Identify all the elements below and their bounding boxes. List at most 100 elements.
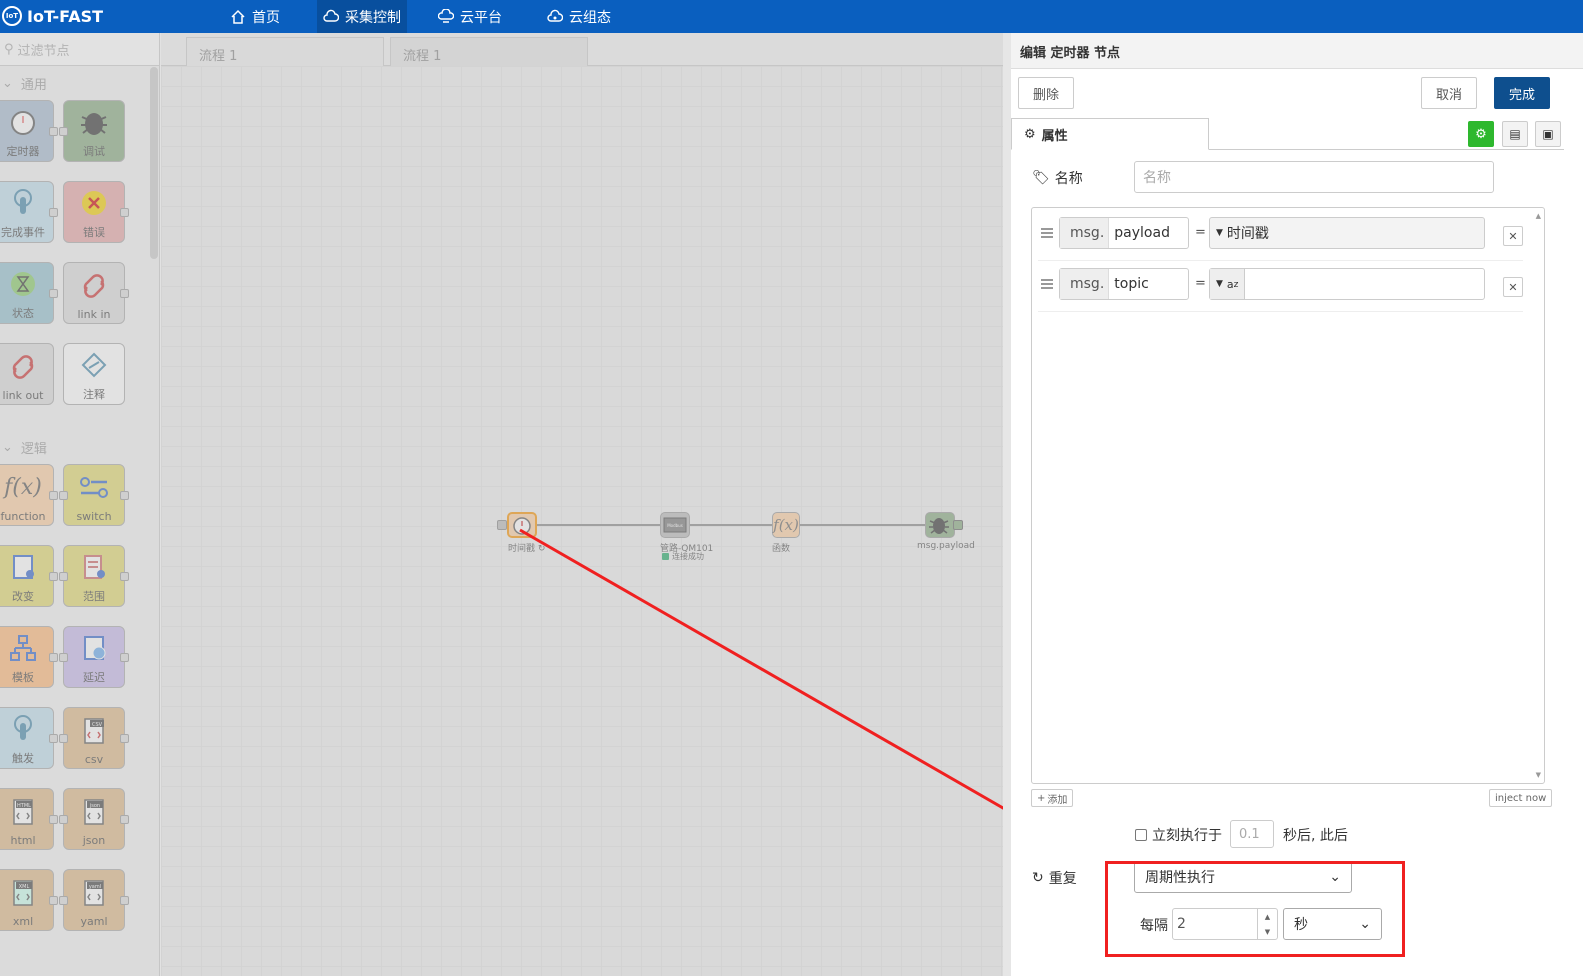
appearance-button[interactable]: ▣ xyxy=(1535,121,1561,147)
palette-filter-input[interactable]: 过滤节点 xyxy=(18,40,70,59)
property-list: msg. payload = ▼ 时间戳 ✕ msg. topic = ▼ a z ✕ ▲… xyxy=(1031,207,1545,784)
palette-node-change[interactable]: 改变 xyxy=(0,545,58,607)
drag-handle-icon[interactable] xyxy=(1041,279,1053,289)
description-button[interactable]: ▤ xyxy=(1502,121,1528,147)
tag-icon: 🏷︎ xyxy=(1032,170,1050,186)
bug-icon xyxy=(81,113,107,135)
property-value-input[interactable]: ▼ a z xyxy=(1209,268,1485,300)
link-icon xyxy=(12,354,34,379)
cloud-settings-icon xyxy=(323,9,339,22)
palette-node-switch[interactable]: switch xyxy=(59,464,129,526)
switch-icon xyxy=(80,476,108,498)
remove-row-button[interactable]: ✕ xyxy=(1503,277,1523,297)
palette-grid-common: 定时器 调试 完成事件 错误 状态 link in link out 注释 xyxy=(0,100,159,430)
palette-node-range[interactable]: 范围 xyxy=(59,545,129,607)
palette-node-json[interactable]: json json xyxy=(59,788,129,850)
tab-flow-1[interactable]: 流程 1 xyxy=(186,37,384,67)
nav-home[interactable]: 首页 xyxy=(224,0,286,33)
app-title: IoT-FAST xyxy=(27,6,104,26)
tab-properties[interactable]: ⚙ 属性 xyxy=(1011,118,1209,150)
xml-file-icon: XML xyxy=(13,879,33,906)
palette-node-complete[interactable]: 完成事件 xyxy=(0,181,58,243)
json-file-icon: json xyxy=(84,798,104,825)
palette-scrollbar[interactable] xyxy=(150,67,158,259)
scroll-up-icon[interactable]: ▲ xyxy=(1536,212,1541,220)
flow-node-timestamp[interactable] xyxy=(507,512,537,538)
status-dot-icon xyxy=(662,553,669,560)
property-value-select[interactable]: ▼ 时间戳 xyxy=(1209,217,1485,249)
touch-icon xyxy=(14,715,32,740)
nav-cloud-platform[interactable]: 云平台 xyxy=(432,0,508,33)
delete-button[interactable]: 删除 xyxy=(1018,77,1074,109)
once-checkbox[interactable] xyxy=(1135,829,1147,841)
palette-node-yaml[interactable]: yaml yaml xyxy=(59,869,129,931)
add-row-button[interactable]: + 添加 xyxy=(1031,789,1074,807)
palette-node-error[interactable]: 错误 xyxy=(63,181,129,243)
palette-node-template[interactable]: 模板 xyxy=(0,626,58,688)
palette-grid-logic: f(x) function switch 改变 范围 模板 延迟 触发 CSV … xyxy=(0,464,159,964)
inject-now-button[interactable]: inject now xyxy=(1489,789,1553,807)
palette-node-csv[interactable]: CSV csv xyxy=(59,707,129,769)
bug-icon xyxy=(929,518,949,534)
yaml-file-icon-text: yaml xyxy=(89,884,101,890)
flow-node-timestamp-button[interactable] xyxy=(497,520,507,530)
palette-filter[interactable]: ⚲ 过滤节点 xyxy=(0,33,159,66)
hourglass-icon xyxy=(11,272,35,296)
timer-icon xyxy=(11,111,35,135)
caret-down-icon: ▼ xyxy=(1216,279,1223,289)
once-delay-input[interactable]: 0.1 xyxy=(1230,820,1274,848)
scroll-down-icon[interactable]: ▼ xyxy=(1536,771,1541,779)
flow-node-debug[interactable] xyxy=(925,512,955,538)
frame-icon: ▣ xyxy=(1542,127,1554,141)
flow-node-modbus[interactable]: Modbus xyxy=(660,512,690,538)
drag-handle-icon[interactable] xyxy=(1041,228,1053,238)
flow-workspace[interactable] xyxy=(161,66,1003,976)
brand[interactable]: IoT IoT-FAST xyxy=(2,5,103,27)
flow-node-function-label: 函数 xyxy=(772,544,791,554)
once-row: 立刻执行于 xyxy=(1135,825,1222,845)
nav-cloud-config[interactable]: 云组态 xyxy=(541,0,617,33)
category-logic[interactable]: ⌄ 逻辑 xyxy=(0,430,159,464)
palette-node-delay[interactable]: 延迟 xyxy=(59,626,129,688)
palette-node-status[interactable]: 状态 xyxy=(0,262,58,324)
flow-node-timestamp-label: 时间戳 ↻ xyxy=(508,544,546,554)
palette-node-trigger[interactable]: 触发 xyxy=(0,707,58,769)
remove-row-button[interactable]: ✕ xyxy=(1503,226,1523,246)
change-icon xyxy=(13,555,34,579)
palette-node-html[interactable]: HTML html xyxy=(0,788,58,850)
palette-node-function[interactable]: f(x) function xyxy=(0,464,58,526)
tab-flow-1-active[interactable]: 流程 1 xyxy=(390,37,588,67)
palette-node-link-out[interactable]: link out xyxy=(0,343,54,405)
annotation-highlight-box xyxy=(1105,861,1405,957)
palette-node-debug[interactable]: 调试 xyxy=(59,100,125,162)
property-key-input[interactable]: msg. topic xyxy=(1059,268,1189,300)
gear-icon: ⚙ xyxy=(1024,126,1036,142)
close-icon: ✕ xyxy=(1508,229,1518,243)
flow-node-debug-label: msg.payload xyxy=(917,541,975,551)
flow-node-modbus-status: 连接成功 xyxy=(662,551,704,562)
editor-title: 编辑 定时器 节点 xyxy=(1011,33,1583,69)
yaml-file-icon: yaml xyxy=(84,879,104,906)
category-common[interactable]: ⌄ 通用 xyxy=(0,66,159,100)
flow-node-function[interactable]: f(x) xyxy=(772,512,800,538)
csv-file-icon: CSV xyxy=(84,717,104,744)
string-type-icon[interactable]: ▼ a z xyxy=(1210,269,1246,299)
property-key-input[interactable]: msg. payload xyxy=(1059,217,1189,249)
palette-node-xml[interactable]: XML xml xyxy=(0,869,58,931)
palette-node-timer[interactable]: 定时器 xyxy=(0,100,58,162)
flow-node-debug-toggle[interactable] xyxy=(953,520,963,530)
nav-collect-control[interactable]: 采集控制 xyxy=(317,0,407,33)
cancel-button[interactable]: 取消 xyxy=(1421,77,1477,109)
settings-gear-button[interactable]: ⚙ xyxy=(1468,121,1494,147)
caret-down-icon: ▼ xyxy=(1216,228,1223,238)
done-button[interactable]: 完成 xyxy=(1494,77,1550,109)
node-palette: ⚲ 过滤节点 ⌄ 通用 定时器 调试 完成事件 错误 状态 link in lin… xyxy=(0,33,160,976)
palette-node-link-in[interactable]: link in xyxy=(63,262,129,324)
logo-icon: IoT xyxy=(2,6,22,26)
list-item: msg. payload = ▼ 时间戳 ✕ xyxy=(1038,211,1523,261)
chevron-down-icon: ⌄ xyxy=(2,75,13,91)
modbus-device-icon: Modbus xyxy=(663,517,687,533)
palette-node-comment[interactable]: 注释 xyxy=(63,343,125,405)
name-input[interactable]: 名称 xyxy=(1134,161,1494,193)
cloud-config-icon xyxy=(547,9,563,22)
